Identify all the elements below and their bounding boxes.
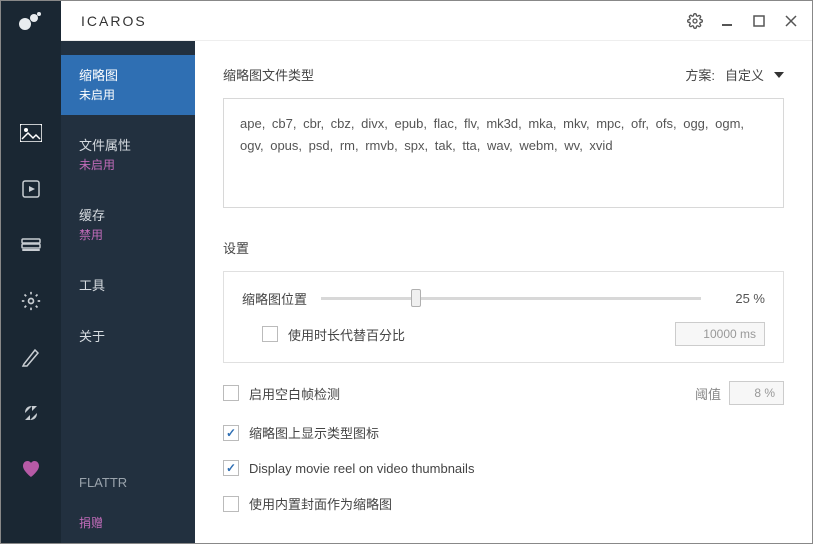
rail-thumbnails-icon[interactable] <box>17 119 45 147</box>
movie-reel-label: Display movie reel on video thumbnails <box>249 461 474 476</box>
use-duration-input[interactable]: 10000 ms <box>675 322 765 346</box>
maximize-button[interactable] <box>750 12 768 30</box>
sidebar-item-label: FLATTR <box>79 475 177 490</box>
file-types-textbox[interactable]: ape, cb7, cbr, cbz, divx, epub, flac, fl… <box>223 98 784 208</box>
use-duration-label: 使用时长代替百分比 <box>288 325 405 344</box>
sidebar-item-properties[interactable]: 文件属性 未启用 <box>61 125 195 185</box>
sidebar-item-label: 文件属性 <box>79 135 177 154</box>
cover-art-label: 使用内置封面作为缩略图 <box>249 494 392 513</box>
sidebar-item-status: 未启用 <box>79 86 177 103</box>
titlebar: ICAROS <box>1 1 812 41</box>
minimize-button[interactable] <box>718 12 736 30</box>
sidebar-item-tools[interactable]: 工具 <box>61 265 195 306</box>
rail-cache-icon[interactable] <box>17 231 45 259</box>
app-title: ICAROS <box>81 13 686 29</box>
app-logo <box>1 1 61 41</box>
cover-art-checkbox[interactable] <box>223 496 239 512</box>
sidebar-item-label: 关于 <box>79 326 177 345</box>
sidebar-item-thumbnails[interactable]: 缩略图 未启用 <box>61 55 195 115</box>
rail-about-icon[interactable] <box>17 343 45 371</box>
thumb-pos-label: 缩略图位置 <box>242 289 307 308</box>
sidebar-item-donate[interactable]: 捐赠 <box>61 502 195 543</box>
rail-flattr-icon[interactable] <box>17 399 45 427</box>
movie-reel-checkbox[interactable] <box>223 460 239 476</box>
thumb-pos-value: 25 % <box>715 291 765 306</box>
type-icon-checkbox[interactable] <box>223 425 239 441</box>
use-duration-checkbox[interactable] <box>262 326 278 342</box>
blank-frame-checkbox[interactable] <box>223 385 239 401</box>
sidebar: 缩略图 未启用 文件属性 未启用 缓存 禁用 工具 关于 FL <box>61 41 195 543</box>
threshold-input[interactable]: 8 % <box>729 381 784 405</box>
scheme-value: 自定义 <box>725 65 764 84</box>
threshold-label: 阈值 <box>695 384 721 403</box>
sidebar-item-cache[interactable]: 缓存 禁用 <box>61 195 195 255</box>
blank-frame-label: 启用空白帧检测 <box>249 384 340 403</box>
sidebar-item-label: 捐赠 <box>79 514 177 531</box>
settings-icon[interactable] <box>686 12 704 30</box>
thumb-position-panel: 缩略图位置 25 % 使用时长代替百分比 10000 ms <box>223 271 784 363</box>
chevron-down-icon <box>774 72 784 78</box>
sidebar-item-label: 缩略图 <box>79 65 177 84</box>
sidebar-item-status: 禁用 <box>79 226 177 243</box>
sidebar-item-flattr[interactable]: FLATTR <box>61 465 195 502</box>
sidebar-item-label: 工具 <box>79 275 177 294</box>
type-icon-label: 缩略图上显示类型图标 <box>249 423 379 442</box>
content-area: 缩略图文件类型 方案: 自定义 ape, cb7, cbr, cbz, divx… <box>195 41 812 543</box>
icon-rail <box>1 41 61 543</box>
sidebar-item-label: 缓存 <box>79 205 177 224</box>
sidebar-item-status: 未启用 <box>79 156 177 173</box>
rail-properties-icon[interactable] <box>17 175 45 203</box>
close-button[interactable] <box>782 12 800 30</box>
sidebar-item-about[interactable]: 关于 <box>61 316 195 357</box>
rail-donate-icon[interactable] <box>17 455 45 483</box>
rail-tools-icon[interactable] <box>17 287 45 315</box>
thumb-pos-slider[interactable] <box>321 288 701 308</box>
scheme-label: 方案: <box>685 65 715 84</box>
scheme-dropdown[interactable]: 自定义 <box>725 65 784 84</box>
file-types-heading: 缩略图文件类型 <box>223 65 314 84</box>
settings-heading: 设置 <box>223 238 784 257</box>
